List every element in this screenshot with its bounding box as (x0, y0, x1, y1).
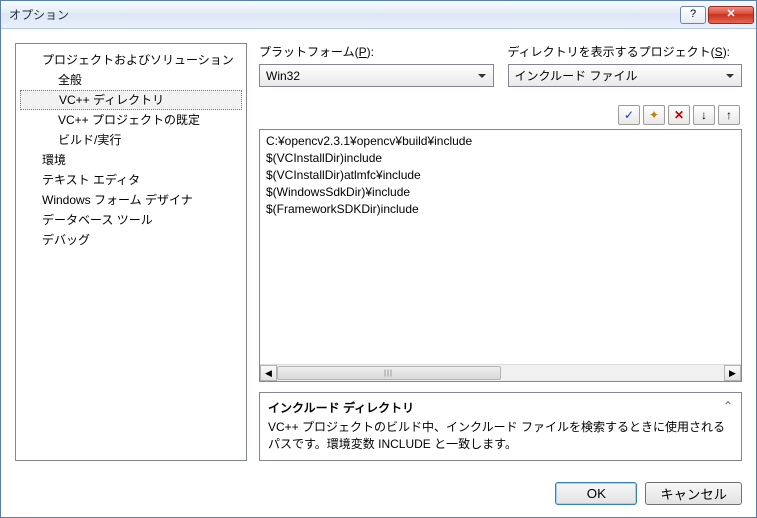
show-dirs-label: ディレクトリを表示するプロジェクト(S): (508, 43, 743, 60)
window-title: オプション (9, 6, 678, 23)
check-icon[interactable]: ✓ (618, 105, 640, 125)
options-dialog: オプション ? ✕ プロジェクトおよびソリューション 全般 VC++ ディレクト… (0, 0, 757, 518)
scroll-track[interactable] (277, 365, 724, 381)
show-dirs-field: ディレクトリを表示するプロジェクト(S): インクルード ファイル (508, 43, 743, 87)
scroll-right-icon[interactable]: ▶ (724, 365, 741, 381)
list-item[interactable]: $(FrameworkSDKDir)include (266, 201, 735, 218)
show-dirs-value: インクルード ファイル (515, 67, 638, 84)
tree-build-run[interactable]: ビルド/実行 (20, 130, 242, 150)
tree-general[interactable]: 全般 (20, 70, 242, 90)
platform-label: プラットフォーム(P): (259, 43, 494, 60)
tree-projects-solutions[interactable]: プロジェクトおよびソリューション (20, 50, 242, 70)
client-area: プロジェクトおよびソリューション 全般 VC++ ディレクトリ VC++ プロジ… (1, 29, 756, 469)
tree-vc-directories[interactable]: VC++ ディレクトリ (20, 90, 242, 110)
directory-list[interactable]: C:¥opencv2.3.1¥opencv¥build¥include $(VC… (259, 129, 742, 382)
platform-field: プラットフォーム(P): Win32 (259, 43, 494, 87)
cancel-button[interactable]: キャンセル (645, 482, 742, 505)
platform-combo[interactable]: Win32 (259, 64, 494, 87)
tree-vc-project-defaults[interactable]: VC++ プロジェクトの既定 (20, 110, 242, 130)
description-title: インクルード ディレクトリ (268, 399, 733, 416)
close-icon[interactable]: ✕ (708, 6, 754, 24)
tree-environment[interactable]: 環境 (20, 150, 242, 170)
combo-row: プラットフォーム(P): Win32 ディレクトリを表示するプロジェクト(S):… (259, 43, 742, 87)
description-body: VC++ プロジェクトのビルド中、インクルード ファイルを検索するときに使用され… (268, 418, 733, 452)
list-item[interactable]: $(VCInstallDir)include (266, 150, 735, 167)
titlebar[interactable]: オプション ? ✕ (1, 1, 756, 29)
list-item[interactable]: $(WindowsSdkDir)¥include (266, 184, 735, 201)
tree-debug[interactable]: デバッグ (20, 230, 242, 250)
ok-button[interactable]: OK (555, 482, 637, 505)
delete-icon[interactable]: ✕ (668, 105, 690, 125)
h-scrollbar[interactable]: ◀ ▶ (260, 364, 741, 381)
tree-winforms-designer[interactable]: Windows フォーム デザイナ (20, 190, 242, 210)
dialog-footer: OK キャンセル (1, 469, 756, 517)
list-item[interactable]: C:¥opencv2.3.1¥opencv¥build¥include (266, 133, 735, 150)
scroll-thumb[interactable] (277, 366, 501, 380)
tree-text-editor[interactable]: テキスト エディタ (20, 170, 242, 190)
path-toolbar: ✓ ✦ ✕ ↓ ↑ (259, 105, 742, 125)
list-item[interactable]: $(VCInstallDir)atlmfc¥include (266, 167, 735, 184)
details-pane: プラットフォーム(P): Win32 ディレクトリを表示するプロジェクト(S):… (259, 43, 742, 461)
tree-database-tools[interactable]: データベース ツール (20, 210, 242, 230)
directory-items[interactable]: C:¥opencv2.3.1¥opencv¥build¥include $(VC… (260, 130, 741, 364)
chevron-icon[interactable]: ⌃ (721, 399, 735, 413)
move-down-icon[interactable]: ↓ (693, 105, 715, 125)
new-folder-icon[interactable]: ✦ (643, 105, 665, 125)
help-icon[interactable]: ? (680, 6, 706, 24)
platform-value: Win32 (266, 69, 300, 83)
description-panel: インクルード ディレクトリ VC++ プロジェクトのビルド中、インクルード ファ… (259, 392, 742, 461)
scroll-left-icon[interactable]: ◀ (260, 365, 277, 381)
move-up-icon[interactable]: ↑ (718, 105, 740, 125)
category-tree[interactable]: プロジェクトおよびソリューション 全般 VC++ ディレクトリ VC++ プロジ… (15, 43, 247, 461)
show-dirs-combo[interactable]: インクルード ファイル (508, 64, 743, 87)
